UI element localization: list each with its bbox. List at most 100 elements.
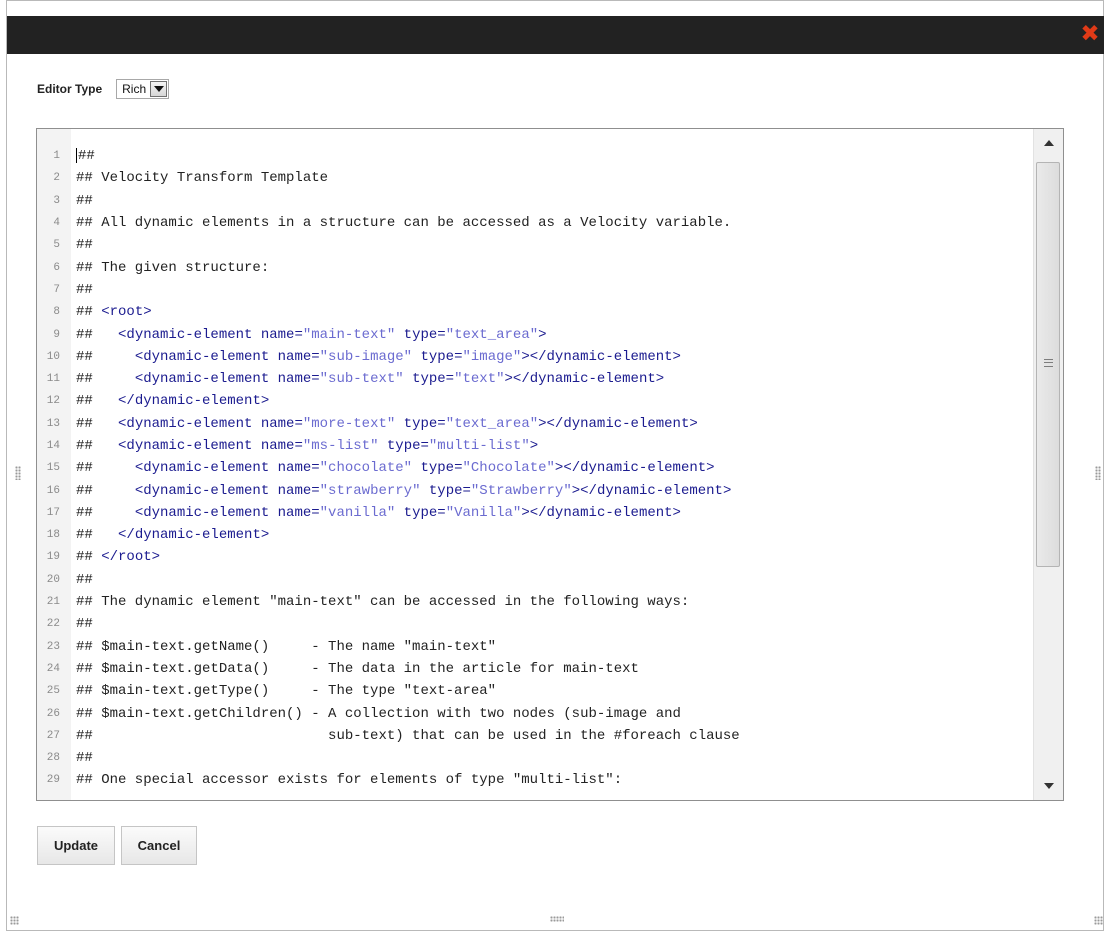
resize-handle-bottom-left-icon[interactable]	[10, 916, 19, 925]
code-line-text: ## <dynamic-element name="strawberry" ty…	[68, 483, 731, 499]
editor-type-select[interactable]: Rich	[116, 79, 170, 99]
code-line-text: ## $main-text.getData() - The data in th…	[68, 661, 639, 677]
code-tag-token: <root>	[101, 304, 152, 321]
line-number: 28	[46, 752, 60, 765]
code-line[interactable]: 27 ## sub-text) that can be used in the #…	[37, 725, 1032, 747]
code-tag-token: ></dynamic-element>	[504, 371, 665, 388]
code-line[interactable]: 22 ##	[37, 613, 1032, 635]
code-line[interactable]: 26 ## $main-text.getChildren() - A collec…	[37, 702, 1032, 724]
code-tag-token: </dynamic-element>	[118, 393, 270, 410]
code-tag-token: type=	[378, 438, 429, 454]
line-number: 14	[46, 440, 60, 452]
code-line[interactable]: 16 ## <dynamic-element name="strawberry" …	[37, 479, 1032, 501]
code-line[interactable]: 10 ## <dynamic-element name="sub-image" t…	[37, 346, 1032, 368]
code-line-text: ## All dynamic elements in a structure c…	[68, 215, 731, 231]
code-comment-token: ##	[76, 571, 93, 588]
code-comment-token: ## $main-text.getName() - The name "main…	[76, 638, 497, 655]
code-line[interactable]: 5 ##	[37, 234, 1032, 256]
code-line[interactable]: 4 ## All dynamic elements in a structure …	[37, 212, 1032, 234]
resize-handle-left-icon[interactable]	[15, 466, 21, 480]
code-tag-token: ></dynamic-element>	[571, 482, 732, 499]
code-content[interactable]: 1 ## 2 ## Velocity Transform Template 3 ## 4 ##…	[37, 145, 1032, 792]
code-comment-token: ##	[76, 482, 135, 499]
code-line[interactable]: 8 ## <root>	[37, 301, 1032, 323]
code-line[interactable]: 19 ## </root>	[37, 546, 1032, 568]
code-comment-token: ## $main-text.getType() - The type "text…	[76, 683, 497, 700]
code-comment-token: ##	[76, 549, 102, 566]
code-comment-token: ## The given structure:	[76, 259, 270, 276]
code-line[interactable]: 24 ## $main-text.getData() - The data in …	[37, 658, 1032, 680]
code-line[interactable]: 13 ## <dynamic-element name="more-text" t…	[37, 413, 1032, 435]
scroll-down-icon[interactable]	[1034, 771, 1063, 800]
vertical-scrollbar[interactable]	[1033, 129, 1063, 800]
code-line[interactable]: 2 ## Velocity Transform Template	[37, 167, 1032, 189]
resize-handle-bottom-right-icon[interactable]	[1094, 916, 1103, 925]
code-tag-token: type=	[395, 415, 446, 432]
code-line-text: ##	[68, 237, 93, 253]
code-line[interactable]: 28 ##	[37, 747, 1032, 769]
code-string-token: "Strawberry"	[470, 482, 572, 499]
code-comment-token: ##	[76, 281, 93, 298]
scroll-up-icon[interactable]	[1034, 129, 1063, 158]
code-tag-token: ></dynamic-element>	[538, 415, 698, 432]
line-number: 7	[53, 283, 60, 296]
editor-type-selected-value: Rich	[122, 82, 147, 96]
line-number: 15	[46, 462, 60, 475]
line-number: 9	[53, 328, 60, 341]
code-string-token: "main-text"	[302, 326, 396, 343]
editor-type-row: Editor Type Rich	[37, 78, 170, 100]
code-string-token: "strawberry"	[319, 482, 421, 499]
code-line[interactable]: 9 ## <dynamic-element name="main-text" ty…	[37, 323, 1032, 345]
cancel-button[interactable]: Cancel	[121, 826, 197, 865]
grip-icon	[1044, 359, 1053, 367]
code-line[interactable]: 20 ##	[37, 569, 1032, 591]
code-line-text: ## </dynamic-element>	[68, 393, 269, 409]
code-tag-token: <dynamic-element name=	[118, 415, 303, 432]
resize-handle-bottom-icon[interactable]	[550, 916, 564, 922]
code-tag-token: <dynamic-element name=	[134, 348, 320, 365]
code-line[interactable]: 3 ##	[37, 190, 1032, 212]
line-number: 21	[46, 596, 60, 609]
code-line[interactable]: 15 ## <dynamic-element name="chocolate" t…	[37, 457, 1032, 479]
line-number: 29	[46, 774, 60, 787]
code-string-token: "Vanilla"	[445, 504, 522, 521]
code-line[interactable]: 12 ## </dynamic-element>	[37, 390, 1032, 412]
code-line[interactable]: 18 ## </dynamic-element>	[37, 524, 1032, 546]
line-number: 24	[46, 662, 60, 675]
code-line[interactable]: 29 ## One special accessor exists for ele…	[37, 769, 1032, 791]
code-string-token: "Chocolate"	[462, 460, 555, 477]
code-comment-token: ## sub-text) that can be used in the #fo…	[76, 727, 740, 744]
close-icon[interactable]: ✖	[1080, 23, 1100, 46]
resize-handle-right-icon[interactable]	[1095, 466, 1101, 480]
code-string-token: "multi-list"	[428, 438, 530, 454]
code-line-text: ##	[68, 750, 93, 766]
code-line[interactable]: 25 ## $main-text.getType() - The type "te…	[37, 680, 1032, 702]
code-editor[interactable]: 1 ## 2 ## Velocity Transform Template 3 ## 4 ##…	[36, 128, 1064, 801]
update-button[interactable]: Update	[37, 826, 115, 865]
code-tag-token: type=	[395, 504, 446, 521]
code-line[interactable]: 17 ## <dynamic-element name="vanilla" typ…	[37, 502, 1032, 524]
code-line[interactable]: 23 ## $main-text.getName() - The name "ma…	[37, 636, 1032, 658]
code-comment-token: ##	[76, 750, 93, 767]
code-line-text: ##	[68, 282, 93, 298]
code-line-text: ## <dynamic-element name="more-text" typ…	[68, 416, 698, 432]
code-comment-token: ##	[76, 415, 119, 432]
line-number: 11	[46, 373, 60, 386]
code-line[interactable]: 6 ## The given structure:	[37, 256, 1032, 278]
code-tag-token: <dynamic-element name=	[118, 326, 303, 343]
code-string-token: "vanilla"	[319, 504, 396, 521]
code-tag-token: <dynamic-element name=	[134, 504, 320, 521]
code-line[interactable]: 11 ## <dynamic-element name="sub-text" ty…	[37, 368, 1032, 390]
code-tag-token: type=	[412, 348, 463, 365]
code-line[interactable]: 1 ##	[37, 145, 1032, 167]
code-comment-token: ## $main-text.getData() - The data in th…	[76, 660, 639, 677]
chevron-down-icon[interactable]	[150, 81, 168, 97]
code-line[interactable]: 21 ## The dynamic element "main-text" can…	[37, 591, 1032, 613]
scrollbar-thumb[interactable]	[1036, 162, 1060, 567]
code-line[interactable]: 14 ## <dynamic-element name="ms-list" typ…	[37, 435, 1032, 457]
code-comment-token: ##	[76, 460, 135, 477]
code-line[interactable]: 7 ##	[37, 279, 1032, 301]
line-number: 19	[46, 551, 60, 564]
code-comment-token: ##	[76, 504, 135, 521]
line-number: 12	[46, 395, 60, 408]
